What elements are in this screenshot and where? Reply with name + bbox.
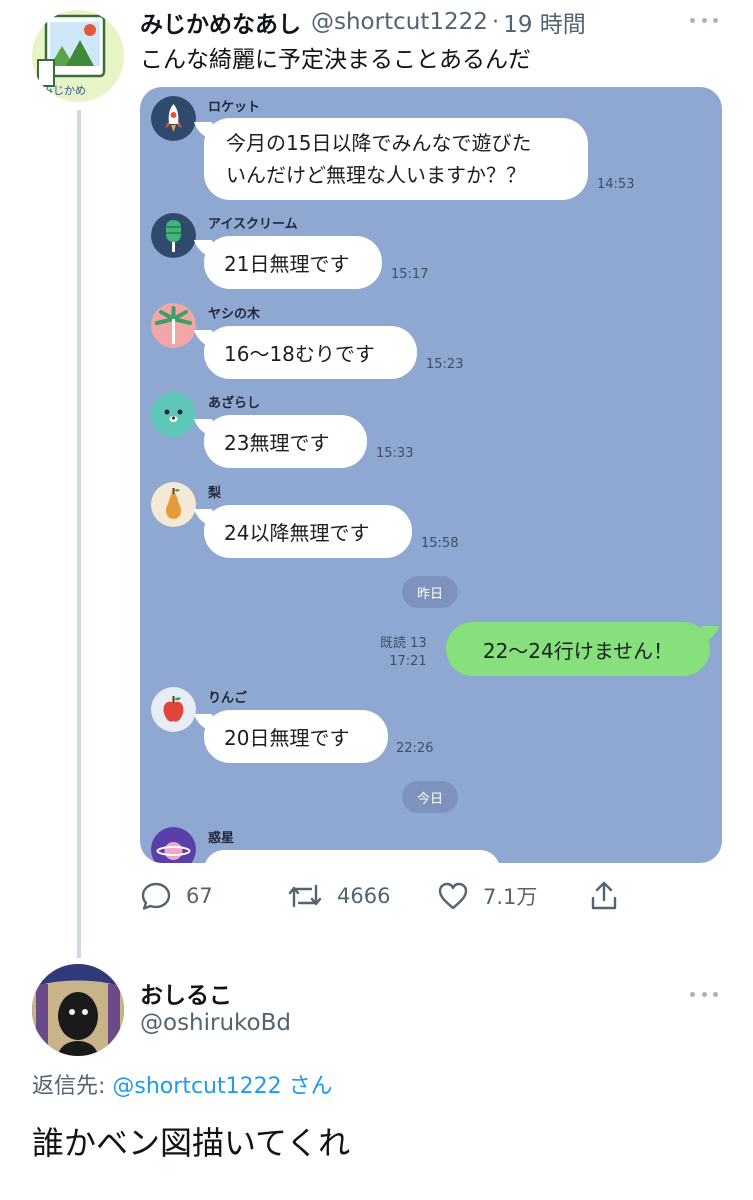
heart-icon xyxy=(438,882,468,910)
tweet-text: こんな綺麗に予定決まることあるんだ xyxy=(140,47,531,73)
message-time: 15:23 xyxy=(426,357,464,372)
reply-count: 67 xyxy=(186,884,213,908)
ice-cream-icon xyxy=(151,213,196,258)
avatar-drawing: みじかめ xyxy=(32,10,124,102)
reply-icon xyxy=(141,882,171,910)
message-bubble: 23無理です xyxy=(204,415,367,468)
apple-icon xyxy=(151,687,196,732)
tweet-time[interactable]: 19 時間 xyxy=(503,5,586,39)
thread-line xyxy=(77,110,81,958)
like-count: 7.1万 xyxy=(483,885,538,909)
rocket-icon xyxy=(151,96,196,141)
own-message-bubble: 22～24行けません！ xyxy=(446,622,710,676)
message-text: 16～18むりです xyxy=(224,342,375,366)
replying-to: 返信先: @shortcut1222 さん xyxy=(32,1068,333,1100)
reply-author-avatar[interactable] xyxy=(32,964,124,1056)
sender-name: 梨 xyxy=(208,486,222,501)
planet-icon xyxy=(151,827,196,863)
tweet-media-chat-screenshot[interactable]: ロケット 今月の15日以降でみんなで遊びた いんだけど無理な人いますか？？ 14… xyxy=(140,87,722,863)
message-bubble-cutoff xyxy=(204,850,500,863)
more-options-icon[interactable] xyxy=(684,984,724,1004)
sender-name: ヤシの木 xyxy=(208,307,261,322)
like-button[interactable]: 7.1万 xyxy=(437,876,537,916)
message-time: 22:26 xyxy=(396,741,434,756)
message-text: 23無理です xyxy=(224,431,330,455)
sender-name: あざらし xyxy=(208,396,261,411)
reply-button[interactable]: 67 xyxy=(140,876,213,916)
message-bubble: 24以降無理です xyxy=(204,505,412,558)
message-line: 今月の15日以降でみんなで遊びた xyxy=(226,131,532,155)
message-time: 14:53 xyxy=(597,177,635,192)
retweet-icon xyxy=(288,884,322,908)
message-bubble: 16～18むりです xyxy=(204,326,417,379)
message-bubble: 今月の15日以降でみんなで遊びた いんだけど無理な人いますか？？ xyxy=(204,118,588,200)
pear-icon xyxy=(151,482,196,527)
replying-to-suffix: さん xyxy=(281,1074,333,1099)
share-button[interactable] xyxy=(588,876,620,916)
sender-name: 惑星 xyxy=(208,831,235,846)
message-text: 24以降無理です xyxy=(224,521,370,545)
own-message-time: 17:21 xyxy=(389,654,427,669)
tweet-action-bar: 67 4666 7.1万 xyxy=(140,876,640,916)
message-line: いんだけど無理な人いますか？？ xyxy=(226,163,526,187)
avatar-caption: みじかめ xyxy=(42,84,86,97)
sender-name: りんご xyxy=(208,691,248,706)
date-divider-today: 今日 xyxy=(402,781,459,813)
read-receipt: 既読 13 xyxy=(380,636,427,651)
seal-icon xyxy=(151,392,196,437)
replying-to-label: 返信先: xyxy=(32,1074,113,1099)
reply-author-name[interactable]: おしるこ xyxy=(140,976,232,1010)
retweet-button[interactable]: 4666 xyxy=(287,876,390,916)
message-time: 15:33 xyxy=(376,446,414,461)
avatar-drawing xyxy=(32,964,124,1056)
sender-name: アイスクリーム xyxy=(208,217,298,232)
message-bubble: 21日無理です xyxy=(204,236,382,289)
author-handle[interactable]: @shortcut1222 xyxy=(311,9,488,35)
reply-author-handle[interactable]: @oshirukoBd xyxy=(140,1010,291,1036)
author-avatar[interactable]: みじかめ xyxy=(32,10,124,102)
own-message-text: 22～24行けません！ xyxy=(482,638,674,663)
date-divider-yesterday: 昨日 xyxy=(402,576,459,608)
share-icon xyxy=(591,881,617,910)
own-message-meta: 既読 13 17:21 xyxy=(380,635,427,671)
tweet-header: みじかめなあし @shortcut1222 · 19 時間 xyxy=(140,6,586,38)
retweet-count: 4666 xyxy=(337,884,391,908)
message-text: 21日無理です xyxy=(224,252,350,276)
message-time: 15:58 xyxy=(421,536,459,551)
message-bubble: 20日無理です xyxy=(204,710,388,763)
message-time: 15:17 xyxy=(391,267,429,282)
separator-dot: · xyxy=(491,9,500,35)
author-name[interactable]: みじかめなあし xyxy=(140,5,301,39)
sender-name: ロケット xyxy=(208,100,261,115)
reply-text: 誰かベン図描いてくれ xyxy=(32,1124,351,1162)
more-options-icon[interactable] xyxy=(684,8,724,32)
palm-tree-icon xyxy=(151,303,196,348)
message-text: 20日無理です xyxy=(224,726,350,750)
replying-to-handle-link[interactable]: @shortcut1222 xyxy=(112,1074,281,1099)
